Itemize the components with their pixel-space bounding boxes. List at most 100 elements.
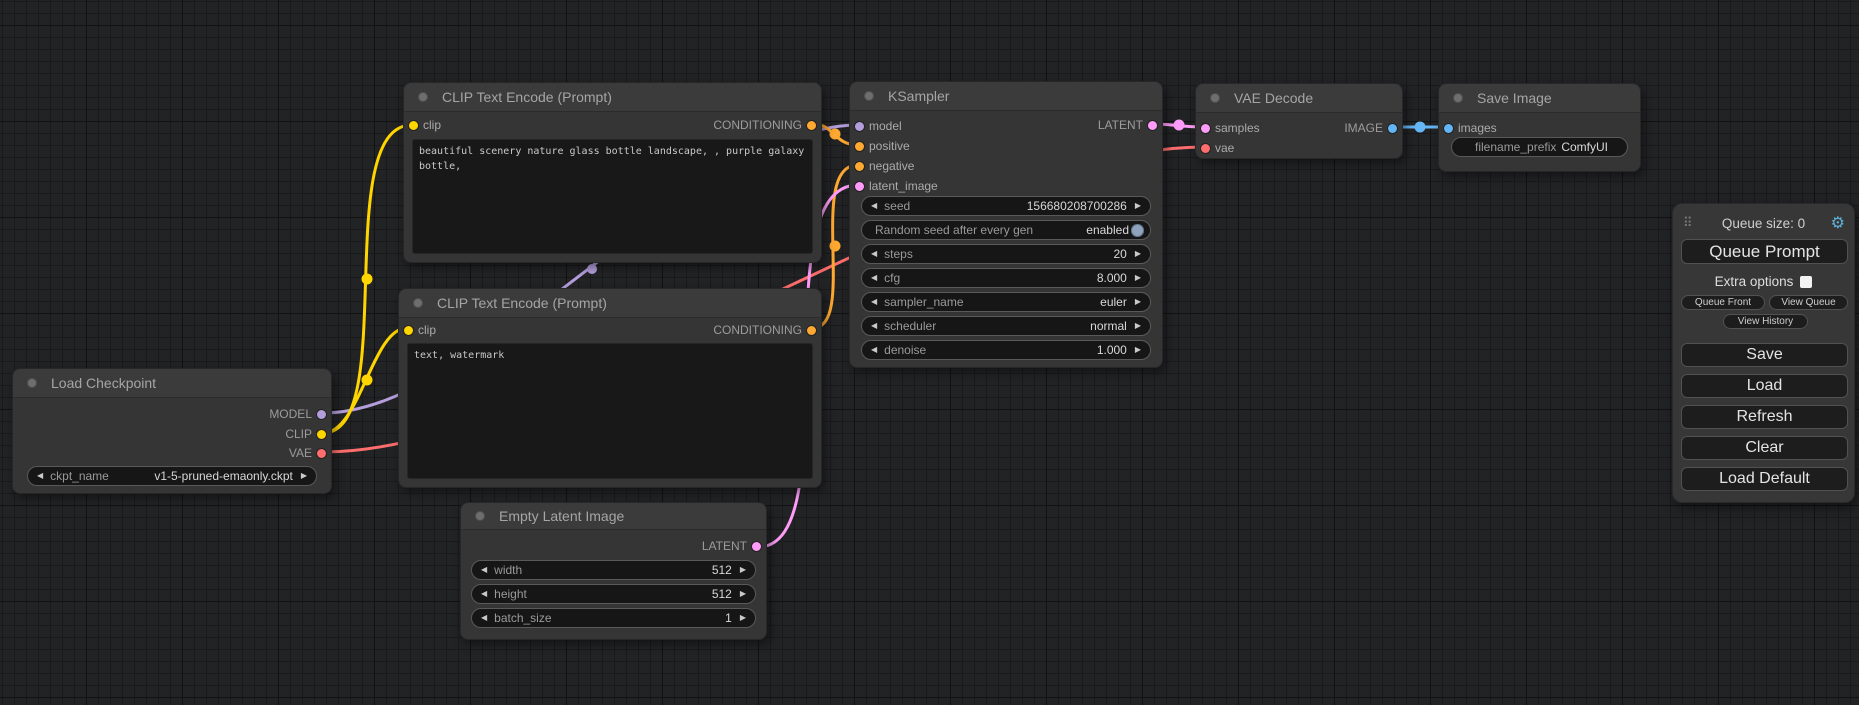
- node-graph-canvas[interactable]: Load Checkpoint MODEL CLIP VAE ◀ ckpt_na…: [0, 0, 1859, 705]
- gear-icon[interactable]: ⚙: [1831, 214, 1845, 234]
- clip-output-dot[interactable]: [317, 430, 326, 439]
- input-slot-positive[interactable]: positive: [850, 137, 1162, 155]
- negative-input-dot[interactable]: [855, 162, 864, 171]
- queue-front-button[interactable]: Queue Front: [1681, 295, 1765, 310]
- collapse-dot-icon[interactable]: [1453, 93, 1463, 103]
- input-slot-model[interactable]: model: [850, 117, 1162, 135]
- increment-arrow-icon[interactable]: ▶: [740, 614, 746, 622]
- collapse-dot-icon[interactable]: [864, 91, 874, 101]
- denoise-widget[interactable]: ◀ denoise 1.000 ▶: [861, 340, 1151, 360]
- clip-input-dot[interactable]: [404, 326, 413, 335]
- node-vae-decode[interactable]: VAE Decode samples IMAGE vae: [1195, 83, 1403, 159]
- vae-output-dot[interactable]: [317, 449, 326, 458]
- model-output-dot[interactable]: [317, 410, 326, 419]
- extra-options-checkbox[interactable]: [1800, 276, 1812, 288]
- save-button[interactable]: Save: [1681, 343, 1848, 367]
- node-title-bar[interactable]: Save Image: [1439, 84, 1640, 113]
- vae-input-dot[interactable]: [1201, 144, 1210, 153]
- conditioning-output-dot[interactable]: [807, 326, 816, 335]
- latent-image-input-dot[interactable]: [855, 182, 864, 191]
- model-input-dot[interactable]: [855, 122, 864, 131]
- width-widget[interactable]: ◀ width 512 ▶: [471, 560, 756, 580]
- collapse-dot-icon[interactable]: [475, 511, 485, 521]
- decrement-arrow-icon[interactable]: ◀: [871, 202, 877, 210]
- ckpt-name-widget[interactable]: ◀ ckpt_name v1-5-pruned-emaonly.ckpt ▶: [27, 466, 317, 486]
- decrement-arrow-icon[interactable]: ◀: [481, 614, 487, 622]
- increment-arrow-icon[interactable]: ▶: [1135, 298, 1141, 306]
- increment-arrow-icon[interactable]: ▶: [1135, 346, 1141, 354]
- input-slot-vae[interactable]: vae: [1196, 139, 1402, 157]
- slot-label: positive: [869, 137, 910, 155]
- increment-arrow-icon[interactable]: ▶: [1135, 250, 1141, 258]
- input-slot-latent-image[interactable]: latent_image: [850, 177, 1162, 195]
- node-title-bar[interactable]: CLIP Text Encode (Prompt): [404, 83, 821, 112]
- collapse-dot-icon[interactable]: [1210, 93, 1220, 103]
- positive-prompt-textarea[interactable]: beautiful scenery nature glass bottle la…: [412, 139, 813, 254]
- images-input-dot[interactable]: [1444, 124, 1453, 133]
- node-ksampler[interactable]: KSampler LATENT model positive negative …: [849, 81, 1163, 368]
- input-slot-images[interactable]: images: [1439, 119, 1640, 137]
- increment-arrow-icon[interactable]: ▶: [740, 590, 746, 598]
- view-history-button[interactable]: View History: [1723, 314, 1808, 329]
- decrement-arrow-icon[interactable]: ◀: [871, 250, 877, 258]
- decrement-arrow-icon[interactable]: ◀: [871, 346, 877, 354]
- random-seed-toggle-widget[interactable]: Random seed after every gen enabled: [861, 220, 1151, 240]
- seed-widget[interactable]: ◀ seed 156680208700286 ▶: [861, 196, 1151, 216]
- collapse-dot-icon[interactable]: [27, 378, 37, 388]
- queue-prompt-button[interactable]: Queue Prompt: [1681, 239, 1848, 264]
- output-slot-clip[interactable]: CLIP: [13, 425, 331, 443]
- view-queue-button[interactable]: View Queue: [1769, 295, 1848, 310]
- increment-arrow-icon[interactable]: ▶: [1135, 274, 1141, 282]
- collapse-dot-icon[interactable]: [418, 92, 428, 102]
- conditioning-output-dot[interactable]: [807, 121, 816, 130]
- refresh-button[interactable]: Refresh: [1681, 405, 1848, 429]
- decrement-arrow-icon[interactable]: ◀: [871, 274, 877, 282]
- batch-size-widget[interactable]: ◀ batch_size 1 ▶: [471, 608, 756, 628]
- negative-prompt-textarea[interactable]: text, watermark: [407, 343, 813, 479]
- height-widget[interactable]: ◀ height 512 ▶: [471, 584, 756, 604]
- decrement-arrow-icon[interactable]: ◀: [481, 590, 487, 598]
- samples-input-dot[interactable]: [1201, 124, 1210, 133]
- node-title-bar[interactable]: KSampler: [850, 82, 1162, 111]
- increment-arrow-icon[interactable]: ▶: [1135, 202, 1141, 210]
- clear-button[interactable]: Clear: [1681, 436, 1848, 460]
- decrement-arrow-icon[interactable]: ◀: [37, 472, 43, 480]
- positive-input-dot[interactable]: [855, 142, 864, 151]
- increment-arrow-icon[interactable]: ▶: [1135, 322, 1141, 330]
- node-clip-text-encode-positive[interactable]: CLIP Text Encode (Prompt) clip CONDITION…: [403, 82, 822, 263]
- output-slot-model[interactable]: MODEL: [13, 405, 331, 423]
- node-empty-latent-image[interactable]: Empty Latent Image LATENT ◀ width 512 ▶ …: [460, 502, 767, 640]
- node-title-bar[interactable]: VAE Decode: [1196, 84, 1402, 113]
- steps-widget[interactable]: ◀ steps 20 ▶: [861, 244, 1151, 264]
- input-slot-negative[interactable]: negative: [850, 157, 1162, 175]
- filename-prefix-widget[interactable]: filename_prefix ComfyUI: [1451, 137, 1628, 157]
- cfg-widget[interactable]: ◀ cfg 8.000 ▶: [861, 268, 1151, 288]
- load-default-button[interactable]: Load Default: [1681, 467, 1848, 491]
- scheduler-widget[interactable]: ◀ scheduler normal ▶: [861, 316, 1151, 336]
- sampler-name-widget[interactable]: ◀ sampler_name euler ▶: [861, 292, 1151, 312]
- increment-arrow-icon[interactable]: ▶: [301, 472, 307, 480]
- node-title-bar[interactable]: Empty Latent Image: [461, 503, 766, 530]
- image-output-dot[interactable]: [1388, 124, 1397, 133]
- clip-input-dot[interactable]: [409, 121, 418, 130]
- increment-arrow-icon[interactable]: ▶: [740, 566, 746, 574]
- decrement-arrow-icon[interactable]: ◀: [871, 322, 877, 330]
- widget-label: seed: [884, 199, 910, 213]
- load-button[interactable]: Load: [1681, 374, 1848, 398]
- node-load-checkpoint[interactable]: Load Checkpoint MODEL CLIP VAE ◀ ckpt_na…: [12, 368, 332, 494]
- wire-midpoint-dot: [587, 264, 597, 274]
- latent-output-dot[interactable]: [752, 542, 761, 551]
- node-title-bar[interactable]: Load Checkpoint: [13, 369, 331, 398]
- node-save-image[interactable]: Save Image images filename_prefix ComfyU…: [1438, 83, 1641, 172]
- slot-label: clip: [423, 116, 441, 134]
- collapse-dot-icon[interactable]: [413, 298, 423, 308]
- toggle-dot-icon[interactable]: [1131, 224, 1144, 237]
- decrement-arrow-icon[interactable]: ◀: [481, 566, 487, 574]
- decrement-arrow-icon[interactable]: ◀: [871, 298, 877, 306]
- output-slot-vae[interactable]: VAE: [13, 444, 331, 462]
- node-clip-text-encode-negative[interactable]: CLIP Text Encode (Prompt) clip CONDITION…: [398, 288, 822, 488]
- output-slot-latent[interactable]: LATENT: [461, 537, 766, 555]
- slot-label: CONDITIONING: [713, 116, 802, 134]
- node-title-bar[interactable]: CLIP Text Encode (Prompt): [399, 289, 821, 318]
- extra-options-label: Extra options: [1715, 274, 1794, 289]
